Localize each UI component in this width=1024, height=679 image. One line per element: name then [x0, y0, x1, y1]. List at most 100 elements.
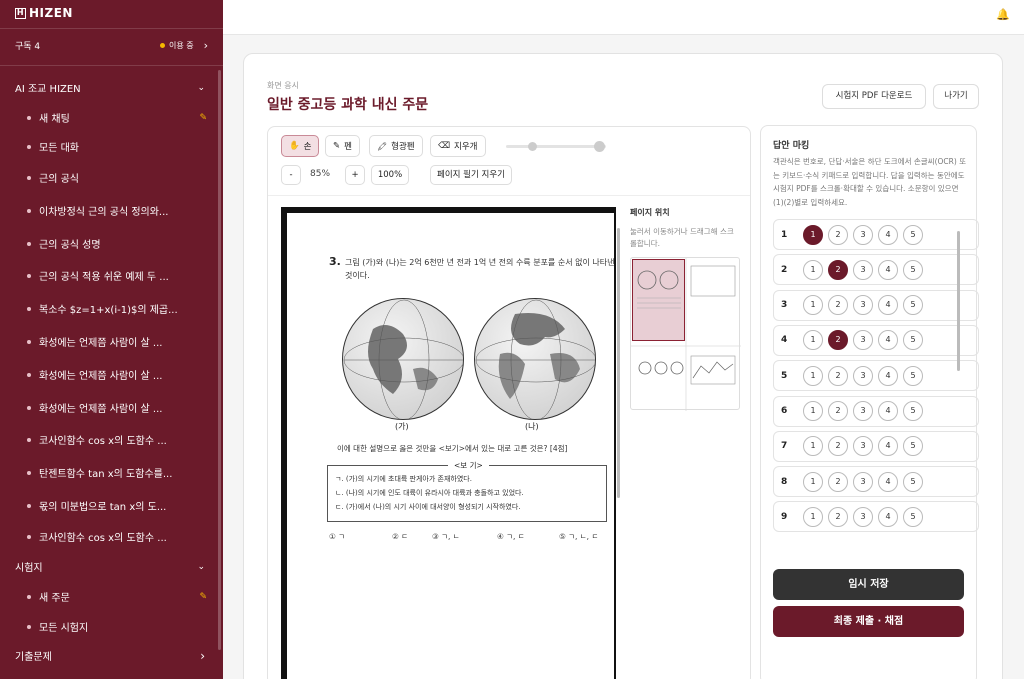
eraser-tool-button[interactable]: ⌫ 지우개	[430, 135, 486, 157]
question-number-label: 2	[781, 264, 788, 275]
sidebar-item[interactable]: 코사인함수 cos x의 도함수 ...	[27, 432, 207, 447]
page-nav-desc: 눌러서 이동하거나 드래그해 스크롤합니다.	[630, 227, 734, 248]
sidebar-item[interactable]: 근의 공식 성명	[27, 236, 207, 251]
answer-option[interactable]: 4	[878, 436, 898, 457]
answer-option[interactable]: 5	[903, 224, 923, 245]
answer-option[interactable]: 5	[903, 436, 923, 457]
chevron-down-icon: ⌄	[197, 561, 205, 572]
answer-option[interactable]: 3	[853, 436, 873, 457]
section-exam[interactable]: 시험지 ⌄	[15, 559, 205, 575]
sidebar-item[interactable]: 복소수 $z=1+x(i-1)$의 제곱...	[27, 301, 207, 316]
bullet-icon	[27, 437, 31, 442]
bogi-header: <보 기>	[448, 460, 489, 471]
sidebar-item[interactable]: 새 주문 ✎	[27, 589, 207, 604]
answer-option[interactable]: 5	[903, 259, 923, 280]
answer-option[interactable]: 4	[878, 224, 898, 245]
sidebar-item[interactable]: 화성에는 언제쯤 사람이 살 ...	[27, 334, 207, 349]
temp-save-button[interactable]: 임시 저장	[773, 569, 964, 600]
pen-tool-button[interactable]: ✎ 펜	[325, 135, 360, 157]
answer-option[interactable]: 2	[828, 401, 848, 421]
answer-option[interactable]: 4	[878, 295, 898, 316]
sidebar-item[interactable]: 모든 시험지	[27, 619, 207, 634]
answer-option[interactable]: 4	[878, 401, 898, 421]
sidebar-scrollbar[interactable]	[218, 70, 221, 650]
answer-option[interactable]: 5	[903, 401, 923, 421]
answer-option[interactable]: 4	[878, 471, 898, 492]
answer-option[interactable]: 3	[853, 401, 873, 421]
answer-option[interactable]: 5	[903, 506, 923, 527]
answer-option[interactable]: 1	[803, 401, 823, 421]
answer-option[interactable]: 5	[903, 295, 923, 316]
clear-page-button[interactable]: 페이지 필기 지우기	[430, 165, 512, 185]
sidebar-item[interactable]: 몫의 미분법으로 tan x의 도...	[27, 498, 207, 513]
answer-option[interactable]: 1	[803, 330, 823, 351]
answer-option[interactable]: 4	[878, 365, 898, 386]
answer-option[interactable]: 2	[828, 436, 848, 457]
section-past-exams[interactable]: 기출문제 ›	[15, 648, 205, 664]
answer-option[interactable]: 1	[803, 365, 823, 386]
zoom-in-button[interactable]: +	[345, 165, 365, 185]
answer-option[interactable]: 2	[828, 330, 848, 351]
sidebar-item[interactable]: 탄젠트함수 tan x의 도함수를...	[27, 465, 207, 480]
answer-option[interactable]: 1	[803, 471, 823, 492]
answer-option[interactable]: 3	[853, 224, 873, 245]
answer-option[interactable]: 4	[878, 330, 898, 351]
answer-row: 9 12345	[773, 501, 979, 533]
answer-option[interactable]: 2	[828, 506, 848, 527]
page-thumbnail[interactable]	[630, 257, 741, 411]
sidebar-item[interactable]: 모든 대화	[27, 139, 207, 154]
subscription-row[interactable]: 구독 4 이용 중 ›	[15, 39, 208, 52]
zoom-reset-button[interactable]: 100%	[371, 165, 409, 185]
zoom-out-button[interactable]: -	[281, 165, 301, 185]
answer-option[interactable]: 3	[853, 259, 873, 280]
section-ai[interactable]: AI 조교 HIZEN ⌄	[15, 80, 205, 96]
edit-icon[interactable]: ✎	[199, 113, 207, 123]
answer-option[interactable]: 5	[903, 365, 923, 386]
highlighter-tool-button[interactable]: 🖍 형광펜	[369, 135, 423, 157]
divider	[0, 28, 223, 29]
answer-option[interactable]: 1	[803, 259, 823, 280]
answer-option[interactable]: 3	[853, 330, 873, 351]
answer-option[interactable]: 3	[853, 295, 873, 316]
slider-handle[interactable]	[528, 142, 537, 151]
answer-option[interactable]: 3	[853, 365, 873, 386]
hand-tool-label: 손	[303, 142, 312, 152]
logo[interactable]: H HIZEN	[15, 6, 73, 20]
page-scrollbar[interactable]	[617, 228, 620, 498]
answer-option[interactable]: 4	[878, 506, 898, 527]
sidebar-item[interactable]: 화성에는 언제쯤 사람이 살 ...	[27, 367, 207, 382]
sidebar-item[interactable]: 근의 공식 적용 쉬운 예제 두 ...	[27, 268, 207, 283]
answer-option[interactable]: 5	[903, 471, 923, 492]
answer-option[interactable]: 2	[828, 365, 848, 386]
answer-option[interactable]: 1	[803, 295, 823, 316]
answer-option[interactable]: 2	[828, 259, 848, 280]
stroke-size-slider[interactable]	[506, 141, 606, 152]
hand-tool-button[interactable]: ✋ 손	[281, 135, 320, 157]
sidebar-item[interactable]: 코사인함수 cos x의 도함수 ...	[27, 529, 207, 544]
answer-option[interactable]: 3	[853, 471, 873, 492]
answer-option[interactable]: 2	[828, 471, 848, 492]
bogi-line: ㄱ. (가)의 시기에 초대륙 판게아가 존재하였다.	[335, 475, 472, 483]
final-submit-button[interactable]: 최종 제출 · 채점	[773, 606, 964, 637]
sidebar-item[interactable]: 새 채팅 ✎	[27, 110, 207, 125]
answer-option[interactable]: 1	[803, 506, 823, 527]
bell-icon[interactable]: 🔔	[996, 8, 1010, 21]
pdf-page[interactable]: 3. 그림 (가)와 (나)는 2억 6천만 년 전과 1억 년 전의 수륙 분…	[281, 207, 620, 679]
answer-option[interactable]: 2	[828, 295, 848, 316]
answer-option[interactable]: 5	[903, 330, 923, 351]
answer-option[interactable]: 3	[853, 506, 873, 527]
sidebar-item[interactable]: 화성에는 언제쯤 사람이 살 ...	[27, 400, 207, 415]
answer-option[interactable]: 1	[803, 436, 823, 457]
edit-icon[interactable]: ✎	[199, 592, 207, 602]
download-pdf-button[interactable]: 시험지 PDF 다운로드	[822, 84, 926, 109]
exit-button[interactable]: 나가기	[933, 84, 979, 109]
answer-scrollbar[interactable]	[957, 231, 960, 371]
sidebar-item[interactable]: 근의 공식	[27, 170, 207, 185]
answer-option[interactable]: 2	[828, 224, 848, 245]
answer-sheet-desc: 객관식은 번호로, 단답·서술은 하단 도크에서 손글씨(OCR) 또는 키보드…	[773, 157, 967, 207]
answer-option[interactable]: 4	[878, 259, 898, 280]
bullet-icon	[27, 470, 31, 475]
answer-option[interactable]: 1	[803, 224, 823, 245]
sidebar-item-label: 화성에는 언제쯤 사람이 살 ...	[39, 338, 163, 349]
sidebar-item[interactable]: 이차방정식 근의 공식 정의와...	[27, 203, 207, 218]
